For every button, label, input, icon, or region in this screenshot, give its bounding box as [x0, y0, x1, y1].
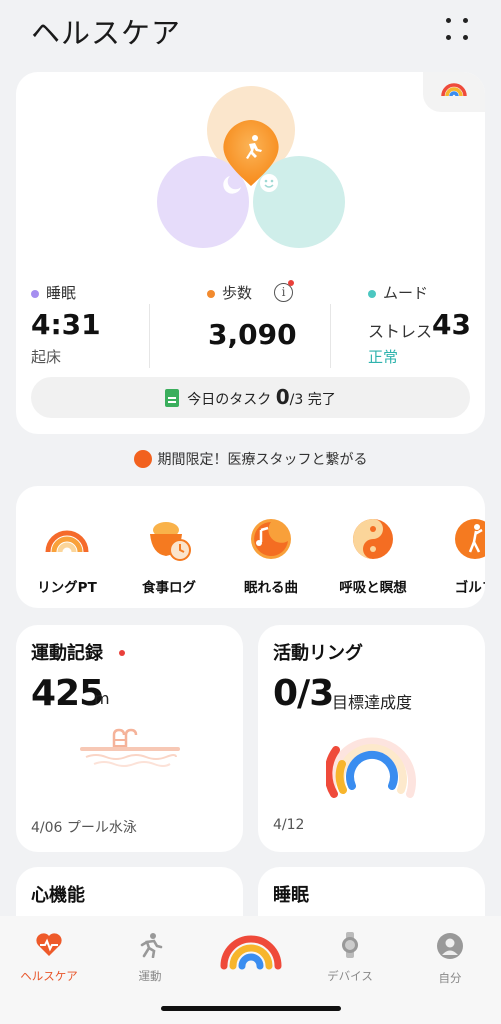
task-total-count: /3: [289, 392, 304, 408]
shortcut-sleep-music[interactable]: 眠れる曲: [221, 516, 321, 596]
ring-pt-icon: [45, 530, 89, 553]
tab-healthcare[interactable]: ヘルスケア: [4, 932, 94, 984]
mood-dot: [368, 289, 376, 298]
notification-dot: [288, 280, 294, 286]
exercise-date: 4/06 プール水泳: [31, 820, 137, 836]
mood-label: ムード: [368, 282, 428, 303]
dot-icon: [463, 18, 468, 23]
tab-me[interactable]: 自分: [405, 932, 495, 986]
dot-icon: [446, 35, 451, 40]
stress-value: 43: [432, 308, 471, 341]
smile-icon: [260, 174, 278, 192]
task-label: 今日のタスク: [187, 392, 272, 408]
promo-banner[interactable]: 期間限定！医療スタッフと繋がる: [0, 449, 501, 469]
watch-icon: [342, 932, 358, 958]
activity-title: 活動リング: [273, 643, 363, 664]
shortcut-breathing[interactable]: 呼吸と瞑想: [323, 516, 423, 596]
more-options-button[interactable]: [446, 18, 472, 42]
tab-label: ヘルスケア: [20, 969, 78, 983]
tab-label: デバイス: [327, 969, 373, 983]
shortcut-label: 食事ログ: [142, 580, 196, 596]
health-summary-card[interactable]: 睡眠 4:31 起床 歩数 i 3,090 ムード ストレス 43 正常 今日の…: [16, 72, 485, 434]
runner-icon: [140, 933, 163, 959]
stress-label: ストレス: [368, 322, 433, 341]
tab-label: 運動: [138, 969, 162, 983]
promo-text: 期間限定！医療スタッフと繋がる: [157, 452, 368, 468]
distance-unit: m: [94, 689, 110, 708]
document-icon: [165, 389, 180, 407]
dot-icon: [446, 18, 451, 23]
meal-log-icon: [150, 522, 191, 561]
swimming-pool-icon: [80, 728, 180, 767]
dot-icon: [463, 35, 468, 40]
page-title: ヘルスケア: [31, 16, 182, 50]
tab-label: 自分: [438, 971, 462, 985]
mood-label-text: ムード: [383, 284, 429, 302]
sleep-label-text: 睡眠: [46, 284, 77, 302]
shortcut-label: 眠れる曲: [244, 580, 298, 596]
wellbeing-flower-chart[interactable]: [154, 86, 348, 282]
stress-status: 正常: [368, 348, 399, 366]
steps-label: 歩数: [207, 282, 252, 303]
shortcut-label: リングPT: [37, 580, 97, 596]
heart-icon: [36, 933, 62, 956]
task-done-count: 0: [275, 385, 290, 409]
home-indicator: [161, 1006, 341, 1011]
shortcut-label: 呼吸と瞑想: [339, 580, 407, 596]
activity-value: 0/3: [273, 673, 334, 714]
rainbow-ring-icon: [220, 935, 282, 970]
activity-ring-chart: [326, 737, 416, 798]
sleep-label: 睡眠: [31, 282, 76, 303]
activity-ring-badge[interactable]: [423, 72, 485, 112]
heart-title: 心機能: [31, 885, 85, 906]
breathing-icon: [353, 519, 393, 559]
shortcut-golf[interactable]: ゴルフ: [425, 516, 485, 596]
exercise-record-card[interactable]: 運動記録 425 m 4/06 プール水泳: [16, 625, 243, 852]
divider: [149, 304, 150, 368]
steps-label-text: 歩数: [222, 284, 253, 302]
exercise-title: 運動記録: [31, 643, 103, 664]
rainbow-ring-icon: [441, 83, 467, 97]
tab-exercise[interactable]: 運動: [105, 932, 195, 984]
steps-value: 3,090: [208, 318, 297, 351]
exercise-distance: 425: [31, 673, 104, 714]
tab-activity-ring[interactable]: [206, 918, 296, 978]
sleep-music-icon: [251, 519, 291, 559]
promo-icon: [133, 450, 152, 468]
activity-sub: 目標達成度: [332, 693, 413, 712]
sleep-dot: [31, 289, 39, 298]
task-suffix: 完了: [307, 392, 336, 408]
activity-date: 4/12: [273, 817, 305, 833]
shortcuts-card: リングPT 食事ログ 眠れる曲 呼吸と瞑想 ゴル: [16, 486, 485, 608]
shortcut-meal-log[interactable]: 食事ログ: [119, 516, 219, 596]
steps-dot: [207, 289, 215, 298]
daily-task-button[interactable]: 今日のタスク 0/3 完了: [31, 377, 470, 418]
golf-icon: [455, 519, 485, 559]
divider: [330, 304, 331, 368]
sleep-value: 4:31: [31, 308, 101, 341]
shortcut-ring-pt[interactable]: リングPT: [17, 516, 117, 596]
sleep-card-title: 睡眠: [273, 885, 309, 906]
activity-ring-card[interactable]: 活動リング 0/3 目標達成度 4/12: [258, 625, 485, 852]
notification-dot: [119, 650, 125, 656]
wake-label: 起床: [31, 348, 62, 366]
tab-device[interactable]: デバイス: [305, 932, 395, 984]
profile-icon: [437, 933, 463, 959]
shortcut-label: ゴルフ: [454, 580, 485, 596]
